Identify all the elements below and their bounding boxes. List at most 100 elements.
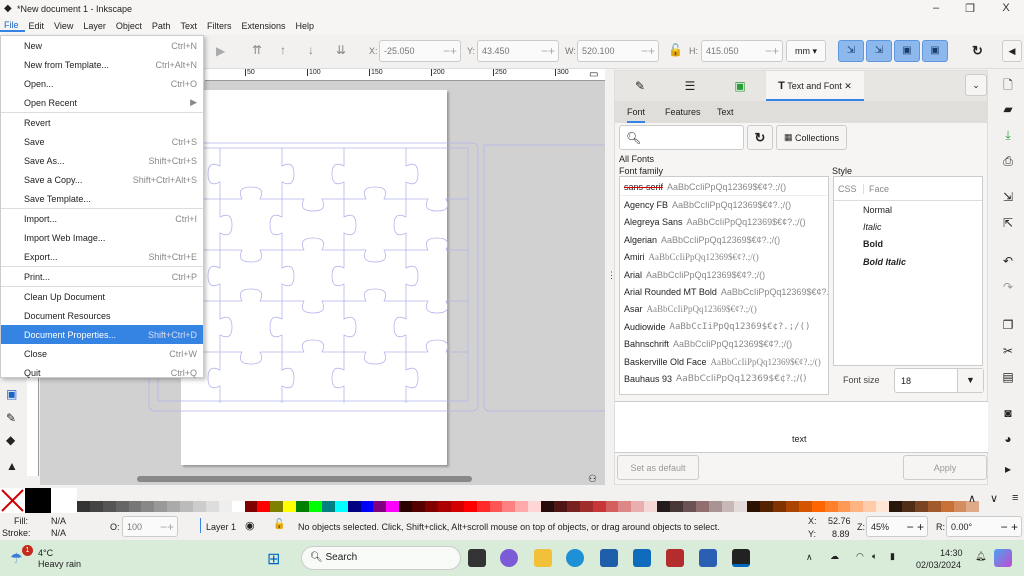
zoom-drawing-icon[interactable]: ◕ bbox=[1000, 432, 1016, 446]
start-icon[interactable]: ⊞ bbox=[267, 549, 280, 569]
chevron-down-icon[interactable]: ▼ bbox=[957, 369, 983, 392]
file-explorer-icon[interactable] bbox=[534, 549, 552, 567]
color-swatch[interactable] bbox=[747, 501, 761, 512]
undo-icon[interactable]: ↶ bbox=[1000, 254, 1016, 268]
eraser-tool-icon[interactable]: ▲ bbox=[6, 459, 18, 473]
color-swatch[interactable] bbox=[876, 501, 890, 512]
css-column-header[interactable]: CSS bbox=[834, 183, 864, 194]
color-swatch[interactable] bbox=[837, 501, 851, 512]
scroll-down-icon[interactable]: ∨ bbox=[990, 492, 998, 505]
color-swatch[interactable] bbox=[167, 501, 181, 512]
color-swatch[interactable] bbox=[476, 501, 490, 512]
color-swatch[interactable] bbox=[425, 501, 438, 512]
color-swatch[interactable] bbox=[863, 501, 877, 512]
word-icon[interactable] bbox=[699, 549, 717, 567]
font-family-item[interactable]: Bauhaus 93 AaBbCcIiPpQq12369$€¢?.;/() bbox=[620, 370, 828, 387]
save-icon[interactable]: ⤓ bbox=[1000, 128, 1016, 143]
file-menu-item[interactable]: Document Properties... Shift+Ctrl+D bbox=[1, 325, 203, 344]
color-swatch[interactable] bbox=[541, 501, 554, 512]
w-input[interactable]: 520.100 −+ bbox=[577, 40, 659, 62]
color-swatch[interactable] bbox=[708, 501, 722, 512]
raise-to-top-icon[interactable]: ⇈ bbox=[252, 43, 262, 57]
file-menu-item[interactable]: Document Resources bbox=[1, 306, 203, 325]
print-icon[interactable]: ⎙ bbox=[1000, 154, 1016, 169]
color-swatch[interactable] bbox=[515, 501, 529, 512]
subtab-font[interactable]: Font bbox=[627, 101, 646, 123]
file-menu-item[interactable]: Save Template... bbox=[1, 189, 203, 208]
color-swatch[interactable] bbox=[205, 501, 219, 512]
color-swatch[interactable] bbox=[334, 501, 348, 512]
font-search-input[interactable]: 🔍︎ bbox=[619, 125, 744, 150]
face-column-header[interactable]: Face bbox=[864, 184, 889, 194]
unit-select[interactable]: mm ▾ bbox=[786, 40, 826, 62]
minimize-button[interactable]: – bbox=[926, 2, 946, 14]
color-swatch[interactable] bbox=[321, 501, 335, 512]
import-icon[interactable]: ⇲ bbox=[1000, 190, 1016, 204]
font-family-item[interactable]: Amiri AaBbCcIiPpQq12369$€¢?.;/() bbox=[620, 249, 828, 266]
spray-tool-icon[interactable]: ▣ bbox=[6, 387, 17, 401]
color-swatch[interactable] bbox=[927, 501, 941, 512]
color-swatch[interactable] bbox=[283, 501, 297, 512]
file-menu-item[interactable]: Open... Ctrl+O bbox=[1, 74, 203, 93]
color-swatch[interactable] bbox=[553, 501, 567, 512]
color-swatch[interactable] bbox=[644, 501, 658, 512]
color-swatch[interactable] bbox=[631, 501, 645, 512]
horizontal-ruler[interactable]: 50 100 150 200 250 300 bbox=[205, 69, 605, 81]
color-swatch[interactable] bbox=[669, 501, 683, 512]
clock-date[interactable]: 02/03/2024 bbox=[916, 560, 961, 570]
font-family-item[interactable]: Asar AaBbCcIiPpQq12369$€¢?.;/() bbox=[620, 301, 828, 318]
more-commands-icon[interactable]: ▸ bbox=[1000, 462, 1016, 476]
color-swatch[interactable] bbox=[953, 501, 967, 512]
color-swatch[interactable] bbox=[502, 501, 516, 512]
tab-text-and-font[interactable]: T Text and Font ✕ bbox=[766, 71, 864, 101]
font-size-combobox[interactable]: 18 ▼ bbox=[894, 368, 984, 393]
color-swatch[interactable] bbox=[89, 501, 103, 512]
h-input[interactable]: 415.050 −+ bbox=[701, 40, 783, 62]
color-swatch[interactable] bbox=[154, 501, 168, 512]
raise-icon[interactable]: ↑ bbox=[280, 43, 286, 57]
color-swatch[interactable] bbox=[811, 501, 825, 512]
inkscape-taskbar-icon[interactable] bbox=[732, 549, 750, 567]
move-gradients-button[interactable]: ▣ bbox=[894, 40, 920, 62]
file-menu-item[interactable]: Open Recent ▶ bbox=[1, 93, 203, 112]
menu-text[interactable]: Text bbox=[176, 21, 203, 31]
restore-button[interactable]: ❐ bbox=[960, 2, 980, 15]
y-stepper[interactable]: −+ bbox=[541, 44, 555, 58]
color-swatch[interactable] bbox=[579, 501, 593, 512]
show-hidden-icons[interactable]: ∧ bbox=[806, 552, 813, 563]
color-swatch[interactable] bbox=[618, 501, 632, 512]
copy-icon[interactable]: ❐ bbox=[1000, 318, 1016, 332]
color-swatch[interactable] bbox=[218, 501, 232, 512]
color-swatch[interactable] bbox=[528, 501, 542, 512]
color-swatch[interactable] bbox=[657, 501, 670, 512]
font-family-item[interactable]: Arial AaBbCcIiPpQq12369$€¢?.;/() bbox=[620, 266, 828, 283]
menu-path[interactable]: Path bbox=[148, 21, 177, 31]
color-swatch[interactable] bbox=[773, 501, 786, 512]
redo-icon[interactable]: ↷ bbox=[1000, 280, 1016, 294]
cut-icon[interactable]: ✂ bbox=[1000, 344, 1016, 358]
white-swatch[interactable] bbox=[51, 488, 77, 513]
color-swatch[interactable] bbox=[128, 501, 142, 512]
color-swatch[interactable] bbox=[605, 501, 619, 512]
color-swatch[interactable] bbox=[850, 501, 864, 512]
file-menu-item[interactable]: Clean Up Document bbox=[1, 287, 203, 306]
color-swatch[interactable] bbox=[347, 501, 361, 512]
palette-menu-icon[interactable]: ≡ bbox=[1012, 492, 1018, 504]
color-swatch[interactable] bbox=[244, 501, 258, 512]
opacity-input[interactable]: 100 −+ bbox=[122, 516, 178, 537]
color-swatch[interactable] bbox=[734, 501, 748, 512]
color-swatch[interactable] bbox=[141, 501, 155, 512]
font-family-item[interactable]: Alegreya Sans AaBbCcIiPpQq12369$€¢?.;/() bbox=[620, 214, 828, 231]
paint-bucket-tool-icon[interactable]: ◆ bbox=[6, 433, 15, 447]
color-swatch[interactable] bbox=[386, 501, 400, 512]
export-icon[interactable]: ⇱ bbox=[1000, 216, 1016, 230]
color-swatch[interactable] bbox=[566, 501, 580, 512]
color-swatch[interactable] bbox=[180, 501, 194, 512]
color-swatch[interactable] bbox=[760, 501, 774, 512]
stroke-value[interactable]: N/A bbox=[51, 528, 66, 538]
app-icon[interactable] bbox=[666, 549, 684, 567]
edge-icon[interactable] bbox=[566, 549, 584, 567]
align-tab[interactable]: ☰ bbox=[665, 71, 715, 101]
onedrive-icon[interactable]: ☁ bbox=[830, 551, 839, 562]
color-swatch[interactable] bbox=[682, 501, 696, 512]
